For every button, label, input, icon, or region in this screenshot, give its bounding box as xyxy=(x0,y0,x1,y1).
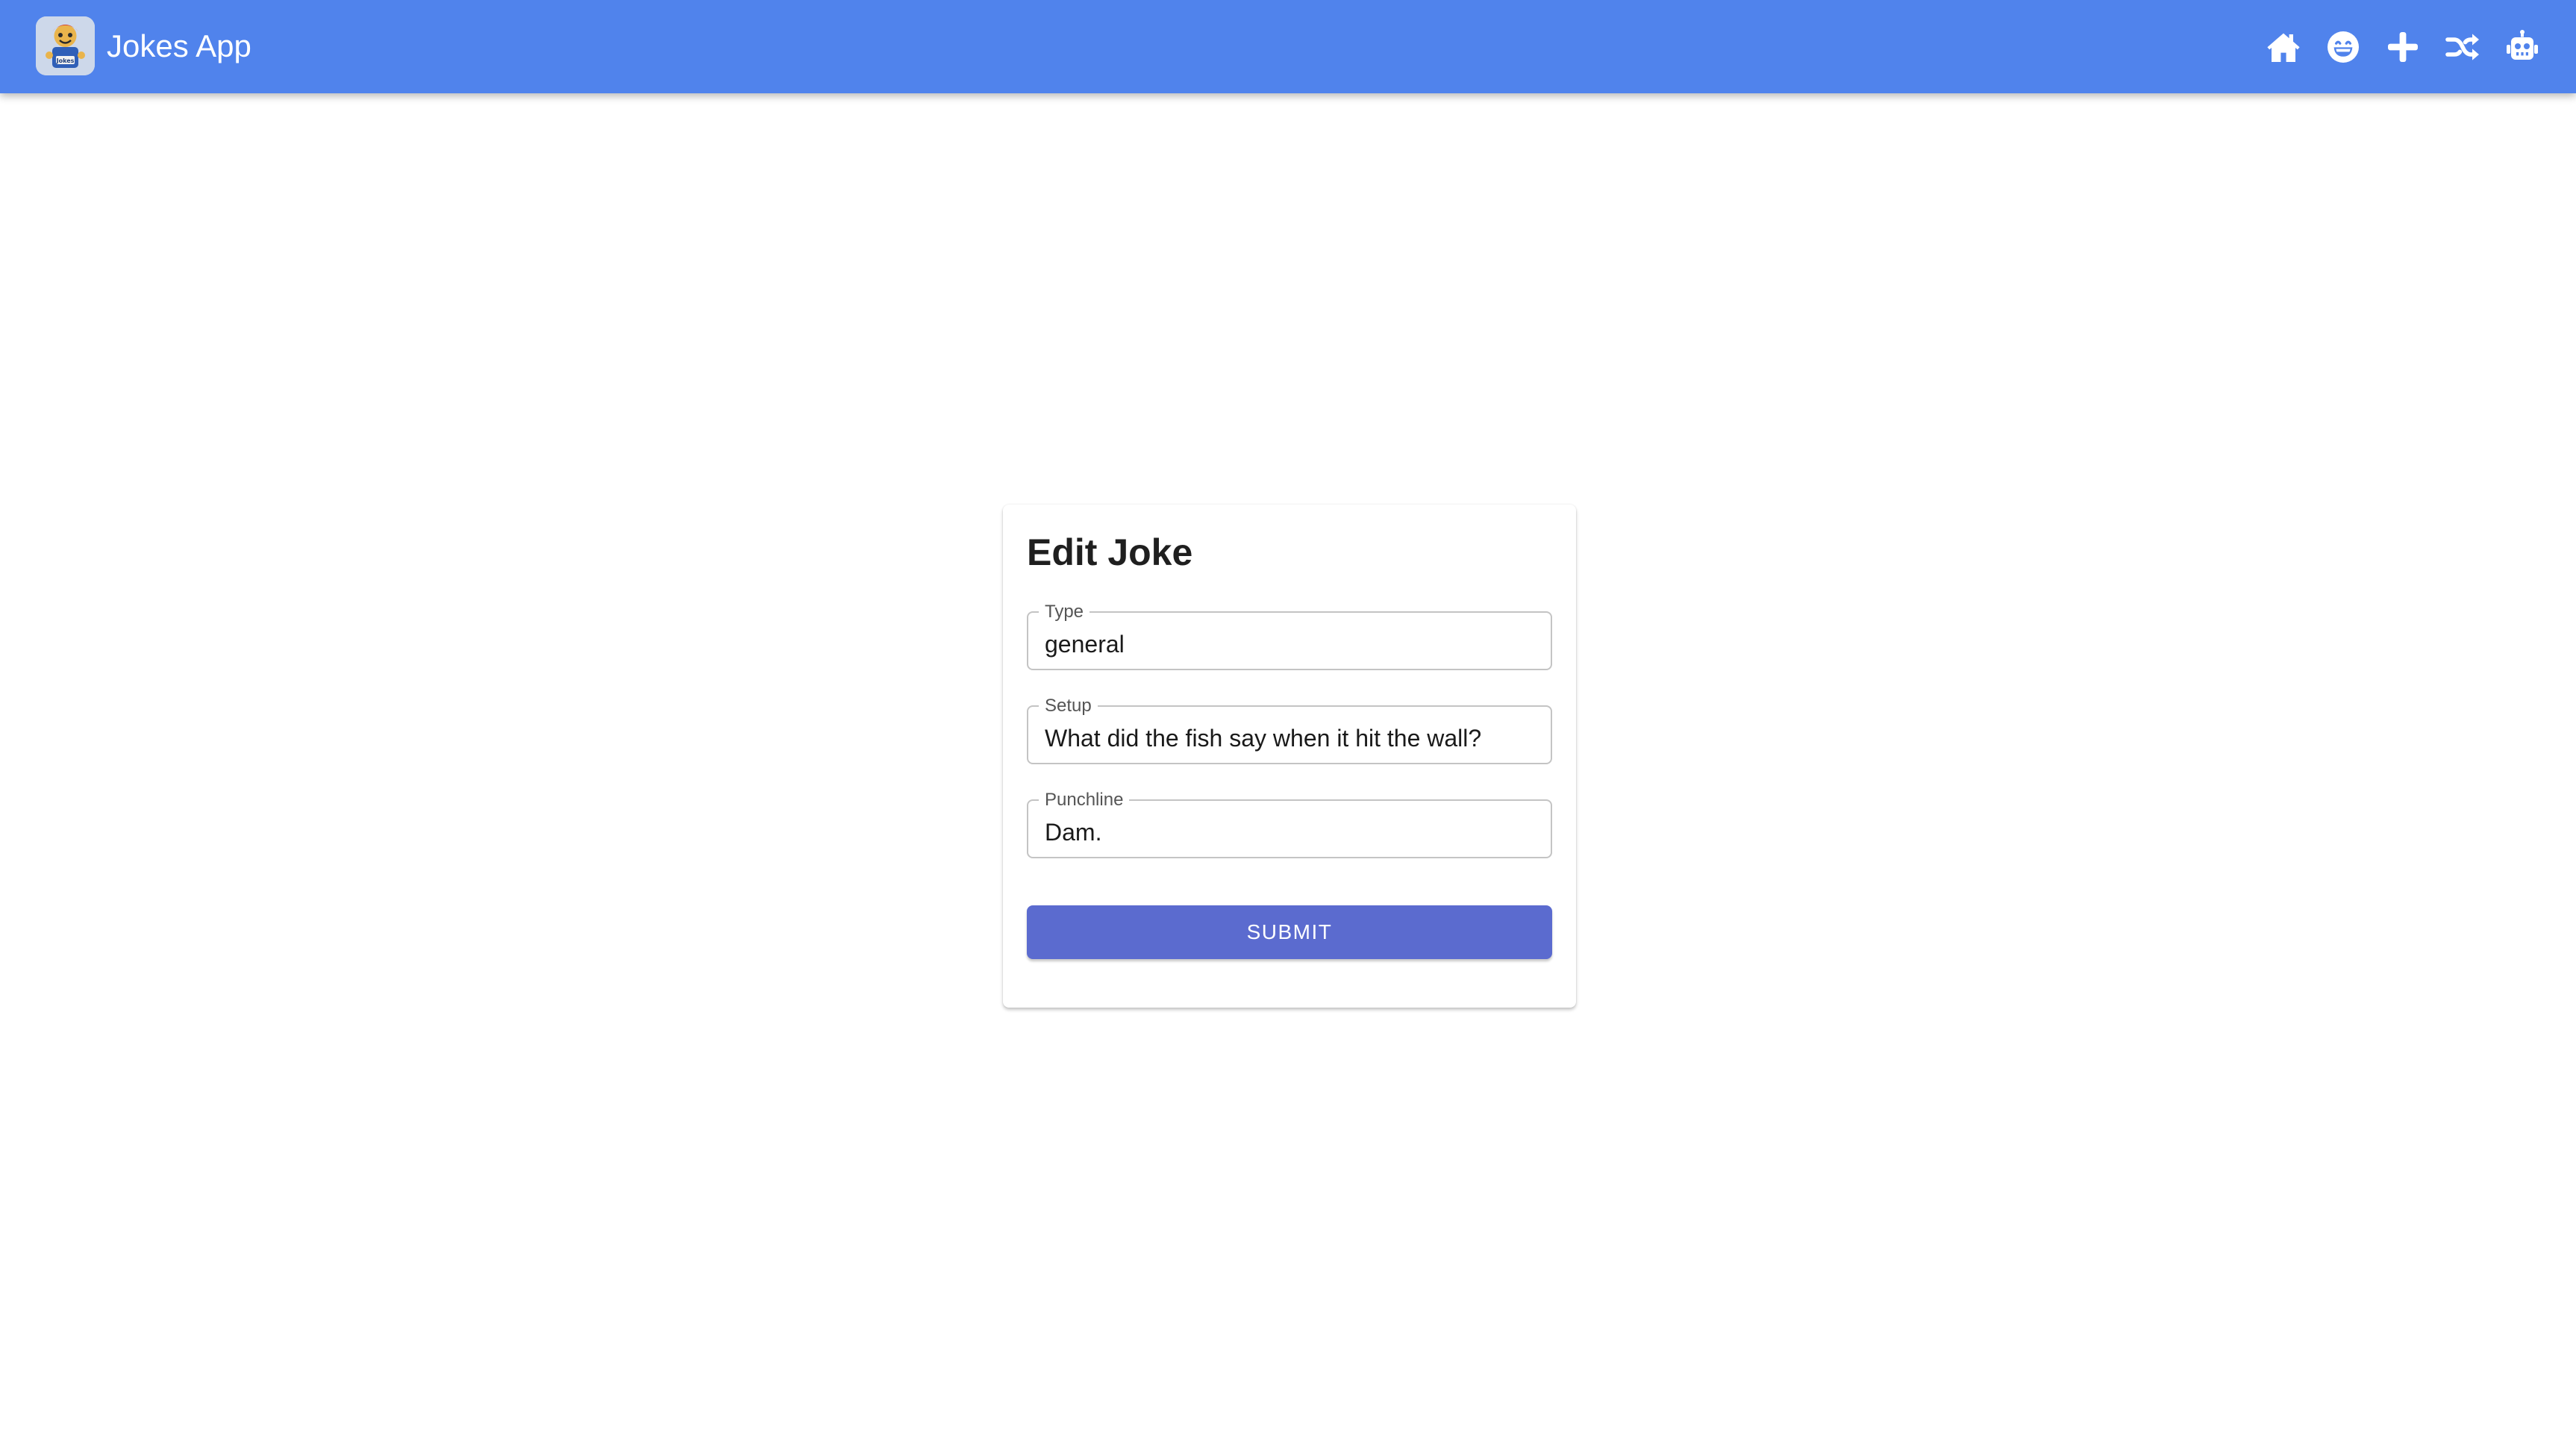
shuffle-icon xyxy=(2445,33,2479,60)
plus-icon xyxy=(2388,31,2418,62)
type-field-container: Type xyxy=(1027,603,1552,670)
punchline-field-container: Punchline xyxy=(1027,791,1552,858)
app-logo[interactable]: Jokes xyxy=(36,16,95,75)
type-input[interactable] xyxy=(1027,612,1552,670)
setup-input[interactable] xyxy=(1027,706,1552,764)
app-bar: Jokes Jokes App xyxy=(0,0,2576,93)
app-title: Jokes App xyxy=(107,28,251,63)
edit-joke-card: Edit Joke Type Setup Punchline SUBMIT xyxy=(1003,505,1576,1008)
nav-ai-joke-button[interactable] xyxy=(2504,29,2540,65)
home-icon xyxy=(2267,33,2300,62)
top-nav xyxy=(2266,0,2540,93)
nav-random-joke-button[interactable] xyxy=(2445,29,2480,65)
form-title: Edit Joke xyxy=(1027,531,1193,573)
setup-field-container: Setup xyxy=(1027,697,1552,764)
svg-text:Jokes: Jokes xyxy=(56,57,75,64)
punchline-input[interactable] xyxy=(1027,800,1552,858)
robot-icon xyxy=(2507,29,2538,60)
jokes-app-logo-icon: Jokes xyxy=(36,16,95,75)
nav-add-joke-button[interactable] xyxy=(2385,29,2421,65)
nav-home-button[interactable] xyxy=(2266,29,2301,65)
submit-button[interactable]: SUBMIT xyxy=(1027,905,1552,959)
nav-jokes-button[interactable] xyxy=(2325,29,2361,65)
grin-face-icon xyxy=(2328,31,2359,63)
